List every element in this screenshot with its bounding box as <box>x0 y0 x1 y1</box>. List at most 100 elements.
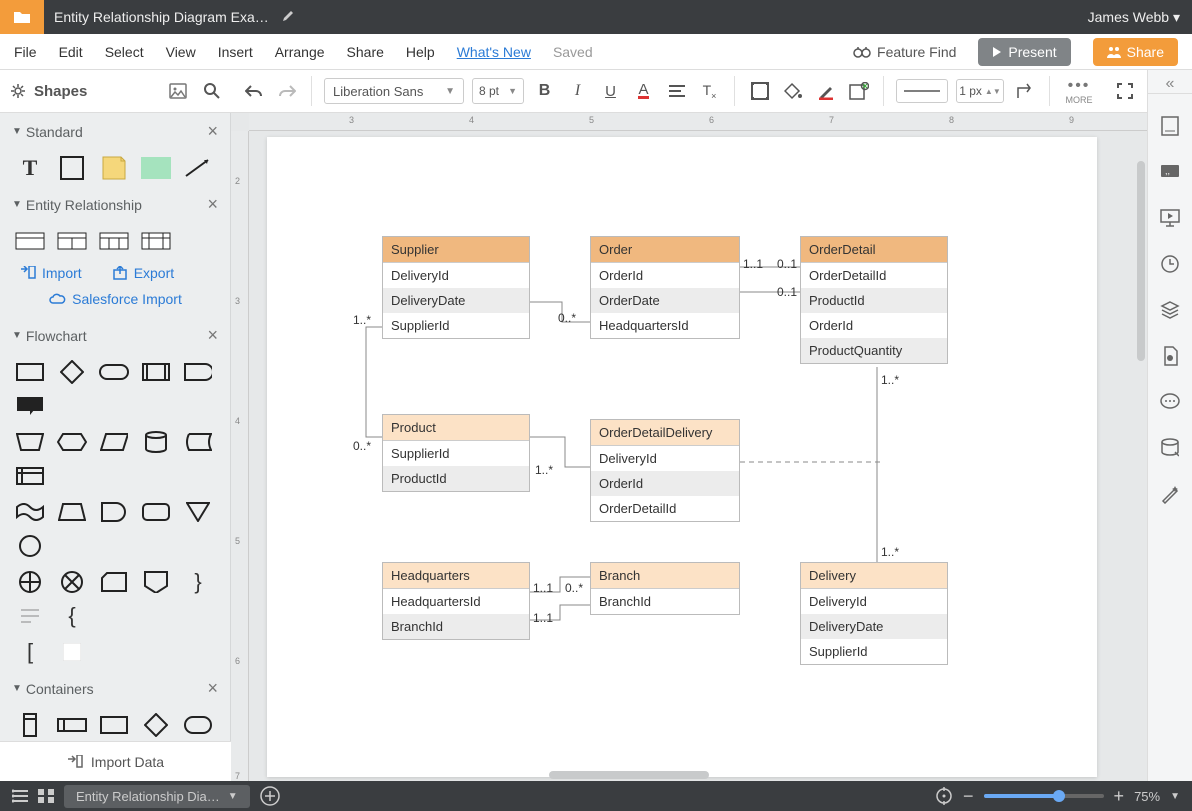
shape-cont-2[interactable] <box>56 713 88 737</box>
add-page-button[interactable] <box>260 786 280 806</box>
line-width-select[interactable]: 1 px▲▼ <box>956 79 1004 103</box>
shape-fc-hex[interactable] <box>56 430 88 454</box>
shape-fc-internal[interactable] <box>14 464 46 488</box>
shape-fc-merge[interactable] <box>182 500 214 524</box>
scrollbar-vertical[interactable] <box>1135 131 1147 769</box>
shape-fc-tape[interactable] <box>14 500 46 524</box>
shape-fc-sum[interactable] <box>14 570 46 594</box>
shape-fc-connector[interactable] <box>14 534 46 558</box>
folder-button[interactable] <box>0 0 44 34</box>
shape-hotspot[interactable] <box>140 156 172 180</box>
menu-edit[interactable]: Edit <box>59 44 83 60</box>
edit-title-icon[interactable] <box>281 9 295 26</box>
share-button[interactable]: Share <box>1093 38 1178 66</box>
shape-style-button[interactable] <box>747 79 772 104</box>
more-button[interactable]: ••• MORE <box>1062 79 1096 104</box>
feature-find[interactable]: Feature Find <box>853 44 956 60</box>
entity-branch[interactable]: Branch BranchId <box>590 562 740 615</box>
target-icon[interactable] <box>935 787 953 805</box>
entity-supplier[interactable]: Supplier DeliveryId DeliveryDate Supplie… <box>382 236 530 339</box>
shape-options-button[interactable] <box>846 79 871 104</box>
shape-er-3[interactable] <box>98 229 130 253</box>
shape-line[interactable] <box>182 156 214 180</box>
shape-er-1[interactable] <box>14 229 46 253</box>
shape-fc-stored[interactable] <box>182 430 214 454</box>
rail-history-icon[interactable] <box>1148 242 1192 286</box>
shape-fc-brace-r[interactable]: } <box>182 570 214 594</box>
shape-fc-db[interactable] <box>140 430 172 454</box>
section-containers[interactable]: ▼ Containers × <box>0 670 230 707</box>
shape-fc-para[interactable] <box>98 430 130 454</box>
shape-er-2[interactable] <box>56 229 88 253</box>
bold-button[interactable]: B <box>532 79 557 104</box>
undo-button[interactable] <box>241 79 266 104</box>
rail-comment-icon[interactable]: ,, <box>1148 150 1192 194</box>
rail-layers-icon[interactable] <box>1148 288 1192 332</box>
border-color-button[interactable] <box>813 79 838 104</box>
entity-odd[interactable]: OrderDetailDelivery DeliveryId OrderId O… <box>590 419 740 522</box>
section-standard[interactable]: ▼ Standard × <box>0 113 230 150</box>
shape-fc-note[interactable] <box>14 604 46 628</box>
font-size-select[interactable]: 8 pt▼ <box>472 78 524 104</box>
shape-fc-offpage[interactable] <box>140 570 172 594</box>
shape-fc-predef[interactable] <box>140 360 172 384</box>
shape-cont-1[interactable] <box>14 713 46 737</box>
shape-text[interactable]: T <box>14 156 46 180</box>
close-icon[interactable]: × <box>207 194 218 215</box>
section-flowchart[interactable]: ▼ Flowchart × <box>0 317 230 354</box>
menu-whats-new[interactable]: What's New <box>457 44 531 60</box>
page-tab[interactable]: Entity Relationship Dia… ▼ <box>64 785 250 808</box>
rail-magic-icon[interactable] <box>1148 472 1192 516</box>
shape-cont-3[interactable] <box>98 713 130 737</box>
rail-db-icon[interactable] <box>1148 426 1192 470</box>
collapse-rail-icon[interactable]: « <box>1148 74 1192 94</box>
shape-er-4[interactable] <box>140 229 172 253</box>
shape-fc-bracket[interactable]: [ <box>14 640 46 664</box>
entity-order[interactable]: Order OrderId OrderDate HeadquartersId <box>590 236 740 339</box>
shape-cont-4[interactable] <box>140 713 172 737</box>
menu-arrange[interactable]: Arrange <box>275 44 325 60</box>
align-button[interactable] <box>664 79 689 104</box>
shape-cont-5[interactable] <box>182 713 214 737</box>
underline-button[interactable]: U <box>598 79 623 104</box>
list-view-icon[interactable] <box>12 789 28 803</box>
chevron-down-icon[interactable]: ▼ <box>1170 791 1180 802</box>
line-routing-button[interactable] <box>1012 79 1037 104</box>
rail-present-icon[interactable] <box>1148 196 1192 240</box>
shape-fc-terminator[interactable] <box>98 360 130 384</box>
zoom-slider[interactable] <box>984 794 1104 798</box>
entity-delivery[interactable]: Delivery DeliveryId DeliveryDate Supplie… <box>800 562 948 665</box>
menu-help[interactable]: Help <box>406 44 435 60</box>
shape-fc-or[interactable] <box>56 570 88 594</box>
italic-button[interactable]: I <box>565 79 590 104</box>
zoom-out-button[interactable]: − <box>963 786 974 807</box>
search-icon[interactable] <box>203 82 221 100</box>
zoom-level[interactable]: 75% <box>1134 789 1160 804</box>
zoom-in-button[interactable]: + <box>1114 786 1125 807</box>
present-button[interactable]: Present <box>978 38 1070 66</box>
shape-fc-diamond[interactable] <box>56 360 88 384</box>
import-data-button[interactable]: Import Data <box>0 741 231 781</box>
shape-block[interactable] <box>56 156 88 180</box>
shape-fc-card[interactable] <box>98 570 130 594</box>
export-link[interactable]: Export <box>112 265 174 281</box>
close-icon[interactable]: × <box>207 121 218 142</box>
fullscreen-button[interactable] <box>1112 79 1137 104</box>
menu-insert[interactable]: Insert <box>218 44 253 60</box>
rail-page-icon[interactable] <box>1148 104 1192 148</box>
shape-fc-brace-l[interactable]: { <box>56 604 88 628</box>
menu-select[interactable]: Select <box>105 44 144 60</box>
shape-fc-callout[interactable] <box>14 394 46 418</box>
user-menu[interactable]: James Webb ▾ <box>1088 9 1180 26</box>
grid-view-icon[interactable] <box>38 789 54 803</box>
font-select[interactable]: Liberation Sans▼ <box>324 78 464 104</box>
close-icon[interactable]: × <box>207 325 218 346</box>
section-er[interactable]: ▼ Entity Relationship × <box>0 186 230 223</box>
redo-button[interactable] <box>274 79 299 104</box>
shape-note[interactable] <box>98 156 130 180</box>
rail-data-icon[interactable] <box>1148 334 1192 378</box>
gear-icon[interactable] <box>10 83 26 99</box>
menu-view[interactable]: View <box>166 44 196 60</box>
image-icon[interactable] <box>169 83 187 99</box>
scrollbar-horizontal[interactable] <box>249 769 1135 781</box>
